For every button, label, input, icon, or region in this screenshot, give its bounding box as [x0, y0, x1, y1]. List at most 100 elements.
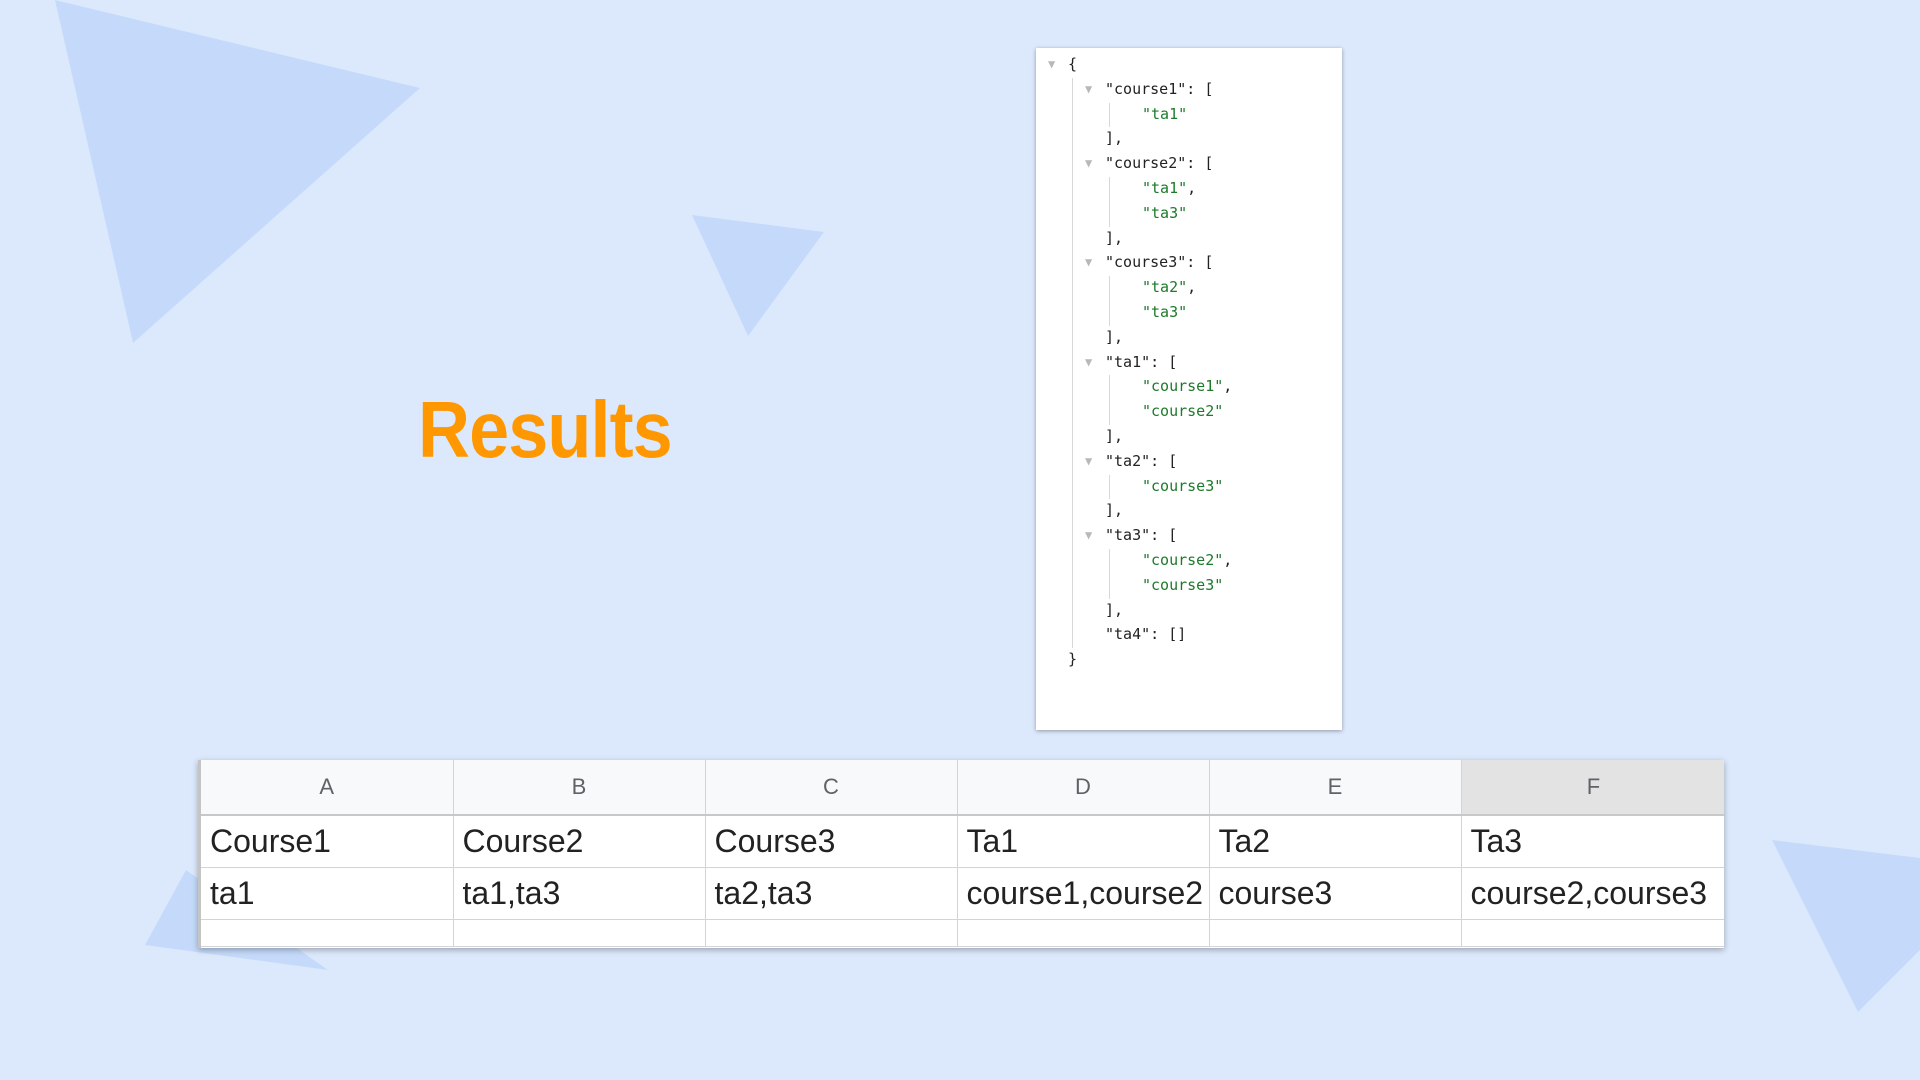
cell[interactable] — [1461, 919, 1724, 947]
json-line: "ta3" — [1142, 202, 1187, 224]
cell[interactable]: Course1 — [201, 815, 454, 868]
json-line: "course2" — [1142, 400, 1223, 422]
json-punct: { — [1068, 55, 1078, 73]
spreadsheet-grid: ABCDEF Course1 Course2 Course3 Ta1 Ta2 Ta3 ta1… — [201, 760, 1724, 947]
indent-guide — [1109, 375, 1110, 425]
json-line: ▼ "course2": [ — [1085, 152, 1214, 174]
collapse-toggle-icon[interactable]: ▼ — [1085, 251, 1092, 273]
json-punct: ], — [1105, 228, 1124, 247]
json-line: ], — [1105, 127, 1123, 149]
cell[interactable]: course2,course3 — [1461, 867, 1724, 920]
json-line: ▼{ — [1048, 53, 1078, 75]
decor-triangle-mid — [692, 215, 824, 336]
collapse-toggle-icon[interactable]: ▼ — [1085, 351, 1092, 373]
json-key: "ta2" — [1105, 451, 1151, 470]
json-punct: : [ — [1186, 79, 1214, 98]
json-string: "course2" — [1142, 402, 1224, 421]
collapse-toggle-icon[interactable]: ▼ — [1085, 78, 1092, 100]
indent-guide — [1109, 549, 1110, 599]
cell[interactable]: course3 — [1209, 867, 1462, 920]
cell[interactable]: Ta3 — [1461, 815, 1724, 868]
collapse-toggle-icon[interactable]: ▼ — [1048, 53, 1055, 75]
json-line: ▼ "course1": [ — [1085, 78, 1214, 100]
json-trail: , — [1187, 179, 1197, 197]
json-punct: ], — [1105, 501, 1124, 520]
cell[interactable] — [705, 919, 958, 947]
json-key: "course2" — [1105, 154, 1187, 173]
json-line: ▼ "course3": [ — [1085, 251, 1213, 273]
cell[interactable]: ta1,ta3 — [453, 867, 706, 920]
json-punct: ], — [1105, 427, 1124, 445]
json-string: "course3" — [1142, 476, 1224, 495]
collapse-toggle-icon[interactable]: ▼ — [1085, 450, 1092, 472]
json-punct: : [] — [1150, 625, 1187, 644]
json-line: } — [1068, 648, 1077, 670]
indent-guide — [1109, 102, 1110, 128]
json-line: "ta3" — [1142, 301, 1187, 323]
cell[interactable]: Course3 — [705, 815, 958, 868]
indent-guide — [1072, 77, 1073, 649]
json-punct: : [ — [1150, 352, 1178, 371]
table-row — [201, 919, 1724, 947]
indent-guide — [1109, 177, 1110, 227]
json-line: "course3" — [1142, 574, 1223, 596]
indent-guide — [1109, 474, 1110, 500]
json-line: "ta1", — [1142, 177, 1196, 199]
table-row: Course1 Course2 Course3 Ta1 Ta2 Ta3 — [201, 815, 1724, 868]
column-header-a[interactable]: A — [201, 760, 454, 816]
column-header-d[interactable]: D — [957, 760, 1210, 816]
cell[interactable] — [1209, 919, 1462, 947]
decor-triangle-bottom-right — [1772, 840, 1920, 1012]
json-punct: : [ — [1186, 154, 1214, 173]
json-viewer-panel: ▼{▼ "course1": ["ta1"], ▼ "course2": ["ta1"… — [1036, 48, 1342, 730]
json-line: ], — [1105, 499, 1123, 521]
json-line: "course1", — [1142, 375, 1232, 397]
json-string: "course2" — [1142, 551, 1224, 569]
table-row: ta1 ta1,ta3 ta2,ta3 course1,course2 course3 c… — [201, 867, 1724, 920]
column-header-e[interactable]: E — [1209, 760, 1462, 816]
column-header-b[interactable]: B — [453, 760, 706, 816]
slide-title: Results — [418, 385, 673, 474]
json-string: "ta3" — [1142, 303, 1188, 321]
cell[interactable] — [957, 919, 1210, 947]
json-string: "course1" — [1142, 377, 1224, 396]
json-punct: ], — [1105, 129, 1124, 148]
json-line: ▼ "ta1": [ — [1085, 351, 1178, 373]
json-string: "ta1" — [1142, 104, 1188, 123]
cell[interactable]: ta2,ta3 — [705, 867, 958, 920]
cell[interactable] — [201, 919, 454, 947]
json-key: "course1" — [1105, 79, 1187, 98]
json-punct: ], — [1105, 327, 1124, 346]
cell[interactable] — [453, 919, 706, 947]
decor-triangle-top-left — [55, 0, 420, 343]
column-header-c[interactable]: C — [705, 760, 958, 816]
json-line: ], — [1105, 425, 1123, 447]
json-line: ▼ "ta2": [ — [1085, 450, 1178, 472]
cell[interactable]: ta1 — [201, 867, 454, 920]
json-trail: , — [1223, 551, 1233, 569]
json-line: ▼ "ta3": [ — [1085, 524, 1178, 546]
cell[interactable]: Ta2 — [1209, 815, 1462, 868]
json-trail: , — [1187, 278, 1197, 297]
json-punct: : [ — [1150, 451, 1178, 470]
json-string: "ta1" — [1142, 179, 1188, 197]
json-line: ], — [1105, 227, 1123, 249]
json-line: ], — [1105, 599, 1123, 621]
collapse-toggle-icon[interactable]: ▼ — [1085, 524, 1092, 546]
json-trail: , — [1223, 377, 1233, 396]
json-punct: ], — [1105, 600, 1124, 619]
cell[interactable]: Course2 — [453, 815, 706, 868]
indent-guide — [1109, 276, 1110, 326]
column-header-f[interactable]: F — [1461, 760, 1724, 816]
json-key: "ta4" — [1105, 625, 1151, 644]
json-punct: } — [1068, 650, 1078, 669]
json-string: "course3" — [1142, 575, 1224, 594]
collapse-toggle-icon[interactable]: ▼ — [1085, 152, 1092, 174]
cell[interactable]: course1,course2 — [957, 867, 1210, 920]
json-punct: : [ — [1150, 526, 1178, 545]
spreadsheet: ABCDEF Course1 Course2 Course3 Ta1 Ta2 Ta3 ta1… — [198, 760, 1724, 948]
json-string: "ta2" — [1142, 278, 1188, 297]
json-line: "ta1" — [1142, 103, 1187, 125]
column-header-row: ABCDEF — [201, 760, 1724, 816]
cell[interactable]: Ta1 — [957, 815, 1210, 868]
